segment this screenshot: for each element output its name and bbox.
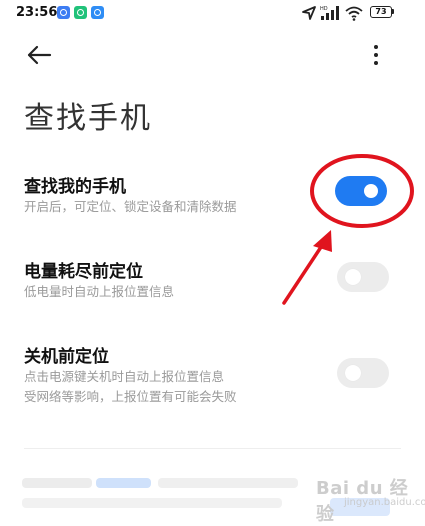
annotation-circle (310, 154, 414, 228)
baidu-watermark-url: jingyan.baidu.com (344, 497, 425, 508)
annotation-arrow-line (282, 239, 327, 305)
annotation-overlay (282, 154, 414, 305)
annotation-arrow-head (313, 230, 332, 252)
